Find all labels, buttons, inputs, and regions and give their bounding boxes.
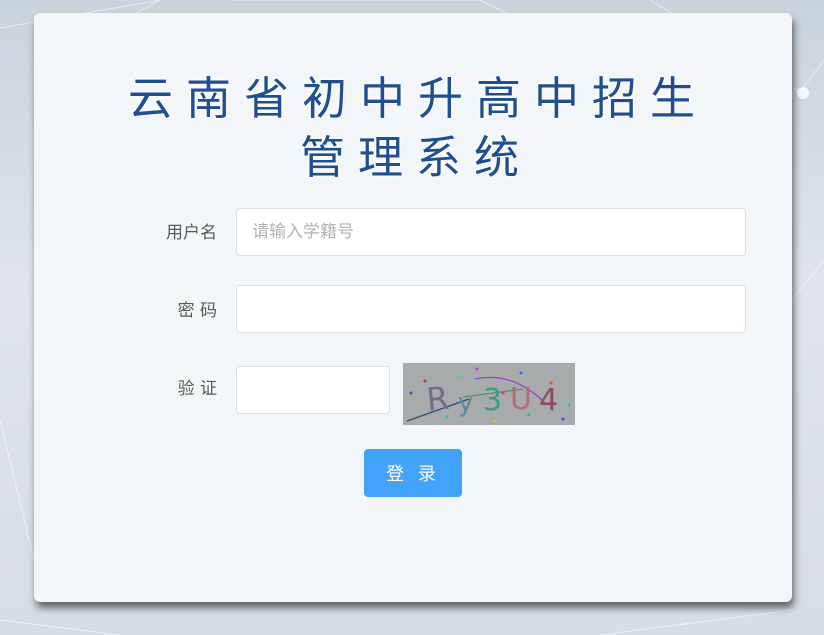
username-label: 用户名 bbox=[166, 223, 217, 243]
svg-text:R: R bbox=[425, 379, 451, 419]
password-input[interactable] bbox=[236, 285, 746, 333]
svg-text:3: 3 bbox=[483, 383, 502, 418]
captcha-label: 验 证 bbox=[177, 379, 217, 399]
svg-text:U: U bbox=[510, 382, 532, 417]
password-label: 密 码 bbox=[177, 301, 217, 321]
login-card: 云南省初中升高中招生 管理系统 用户名 密 码 验 证 R y 3 U 4 bbox=[34, 13, 792, 602]
svg-text:y: y bbox=[458, 388, 473, 418]
page-title-line1: 云南省初中升高中招生 bbox=[127, 72, 708, 125]
captcha-image[interactable]: R y 3 U 4 bbox=[403, 363, 575, 425]
svg-text:4: 4 bbox=[539, 383, 558, 418]
login-button[interactable]: 登 录 bbox=[364, 449, 462, 497]
page-title-line2: 管理系统 bbox=[299, 131, 532, 184]
username-input[interactable] bbox=[236, 208, 746, 256]
captcha-input[interactable] bbox=[236, 366, 390, 414]
